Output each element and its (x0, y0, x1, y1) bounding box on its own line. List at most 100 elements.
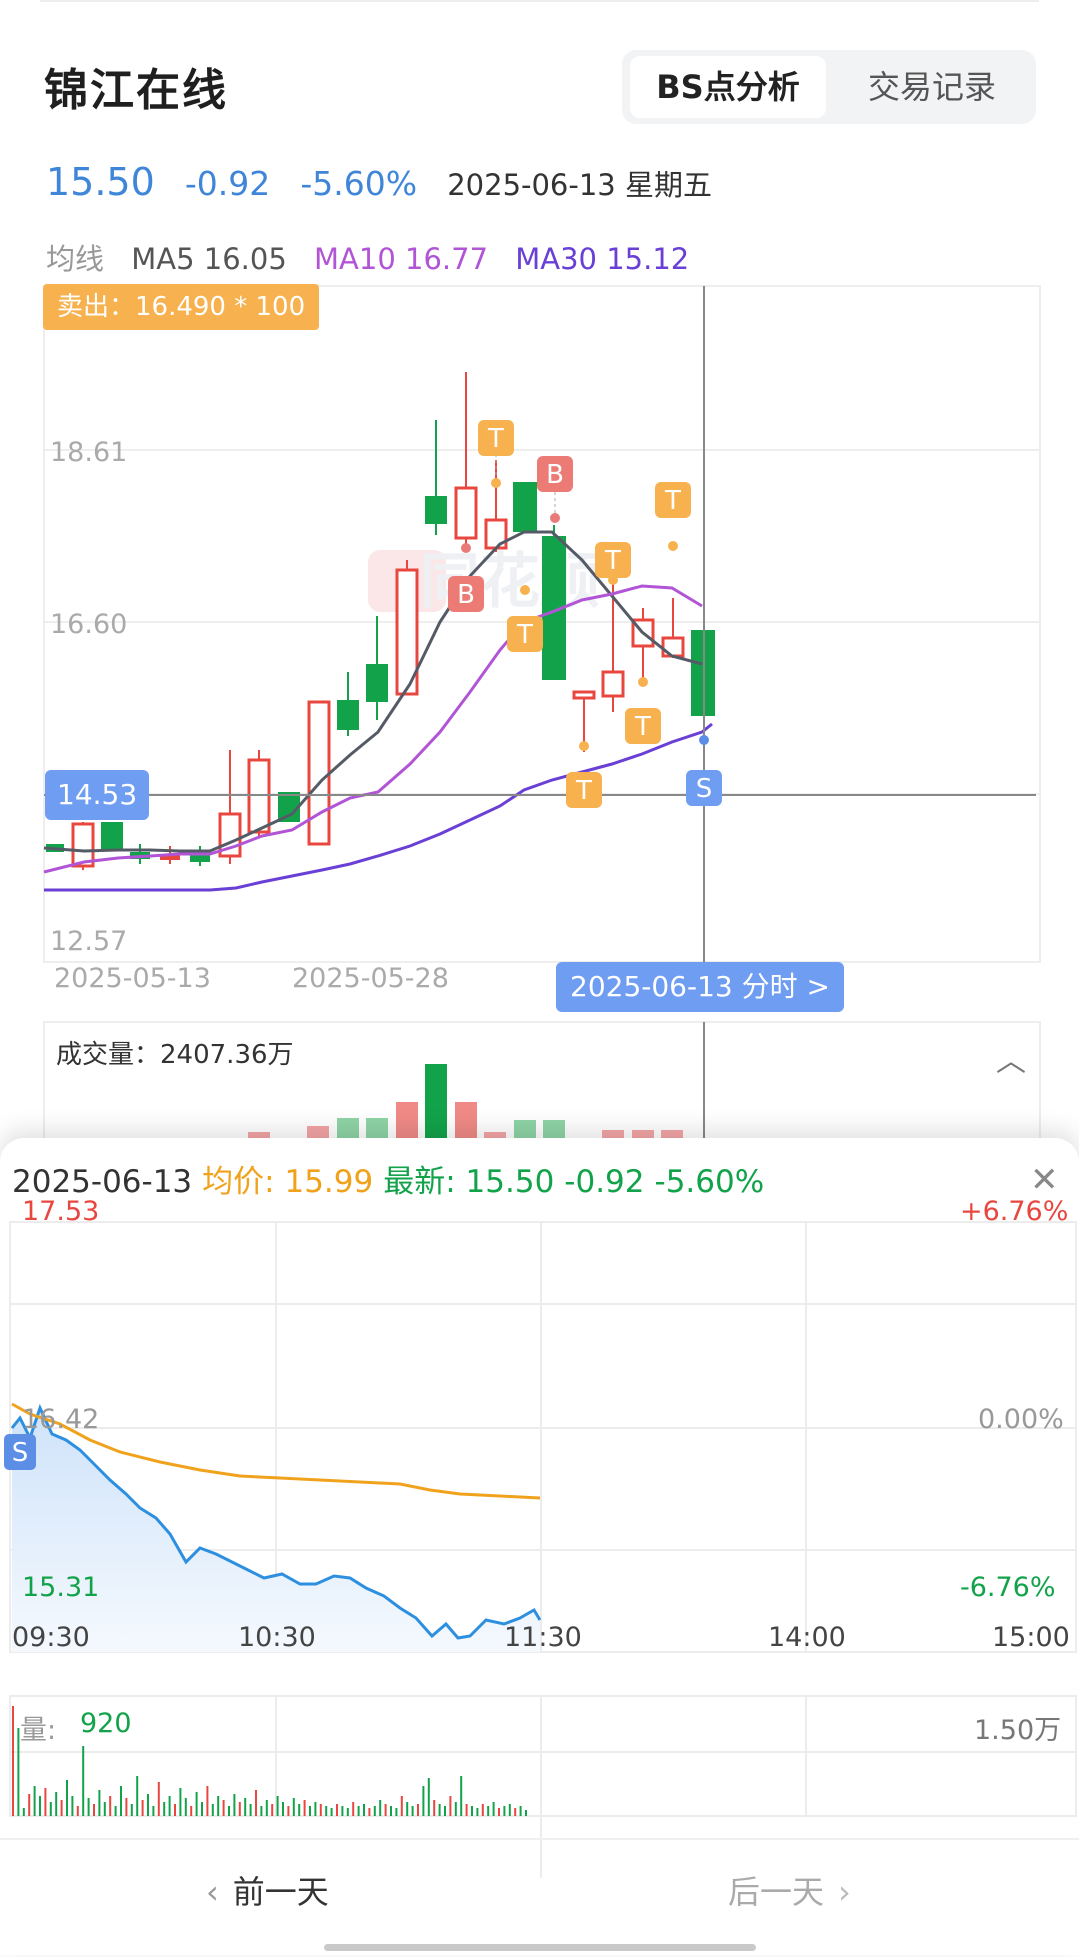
intraday-high: 17.53 (22, 1196, 100, 1227)
time-tick: 11:30 (504, 1622, 582, 1653)
collapse-chevron-icon[interactable]: ︿ (996, 1036, 1026, 1080)
volume-bar (76, 1806, 79, 1816)
y-tick-low: 12.57 (50, 926, 127, 957)
chevron-right-icon: › (838, 1873, 851, 1911)
footer-bar (0, 1838, 1079, 1957)
volume-bar (163, 1802, 166, 1816)
volume-bar (82, 1746, 85, 1816)
volume-bar (168, 1796, 171, 1816)
volume-bar (298, 1804, 301, 1816)
volume-bar (87, 1798, 90, 1816)
time-tick: 09:30 (12, 1622, 90, 1653)
volume-bar (93, 1804, 95, 1816)
sell-tooltip: 卖出：16.490 * 100 (43, 284, 320, 330)
volume-bar (352, 1802, 355, 1816)
volume-bar (411, 1806, 414, 1816)
candle (366, 664, 388, 702)
intraday-low-pct: -6.76% (960, 1572, 1056, 1603)
marker-b: B (546, 460, 564, 490)
price-change: -0.92 (184, 164, 271, 203)
prev-day-button[interactable]: ‹ 前一天 (206, 1867, 329, 1913)
volume-bar (109, 1796, 112, 1816)
kline-chart[interactable]: 18.61 16.60 12.57 2025-05-13 2025-05-28 … (0, 280, 1079, 1140)
volume-bar (276, 1796, 279, 1816)
volume-bar (287, 1806, 290, 1816)
marker-t: T (516, 620, 533, 650)
x-tick-2: 2025-05-28 (292, 963, 449, 994)
volume-bar (519, 1806, 522, 1816)
candle (101, 822, 123, 850)
volume-bar (71, 1796, 74, 1816)
volume-bar (195, 1792, 198, 1816)
volume-bar (406, 1802, 409, 1816)
volume-bar (211, 1804, 214, 1816)
next-day-button[interactable]: 后一天 › (728, 1867, 851, 1913)
volume-bar (395, 1808, 398, 1816)
volume-bar (12, 1706, 14, 1816)
volume-bar (49, 1802, 52, 1816)
volume-bar (217, 1796, 220, 1816)
candle (513, 482, 537, 532)
ma10-line (43, 584, 703, 874)
volume-bar (136, 1776, 139, 1816)
volume-bar (330, 1808, 333, 1816)
chevron-left-icon: ‹ (206, 1873, 219, 1911)
volume-bar (481, 1804, 484, 1816)
tab-trade-records[interactable]: 交易记录 (834, 56, 1030, 118)
volume-bar (498, 1808, 500, 1816)
tab-bs-analysis[interactable]: BS点分析 (630, 56, 826, 118)
marker-s: S (696, 774, 713, 804)
volume-bar (157, 1782, 160, 1816)
volume-bar (341, 1806, 344, 1816)
volume-bar (471, 1806, 473, 1816)
intraday-chart[interactable]: S (0, 1138, 1079, 1955)
candle (661, 636, 685, 658)
time-tick: 15:00 (992, 1622, 1070, 1653)
volume-bar (206, 1786, 209, 1816)
volume-bar (244, 1798, 247, 1816)
volume-bar (492, 1802, 495, 1816)
price-change-pct: -5.60% (300, 164, 418, 203)
tab-bar: BS点分析 交易记录 (622, 50, 1036, 124)
intraday-link-badge[interactable]: 2025-06-13 分时 > (556, 962, 844, 1012)
marker-t: T (604, 546, 621, 576)
x-tick-1: 2025-05-13 (54, 963, 211, 994)
prev-day-label: 前一天 (232, 1873, 329, 1911)
volume-bar (98, 1790, 101, 1816)
volume-bar (255, 1790, 257, 1816)
candle (307, 700, 331, 846)
ma10-value: MA10 16.77 (314, 242, 489, 276)
candle (454, 486, 478, 540)
marker-t: T (487, 424, 504, 454)
volume-bar (103, 1802, 106, 1816)
volume-bar (147, 1794, 149, 1816)
volume-bar (125, 1798, 128, 1816)
ma-label: 均线 (46, 242, 105, 276)
volume-bar (433, 1800, 436, 1816)
volume-bar (336, 1804, 338, 1816)
volume-bar (314, 1802, 317, 1816)
vol-label: 量: (20, 1715, 57, 1746)
volume-bar (465, 1804, 468, 1816)
volume-bar (508, 1804, 511, 1816)
vol-value: 920 (80, 1708, 132, 1739)
quote-date: 2025-06-13 星期五 (447, 168, 712, 202)
volume-bar (319, 1804, 322, 1816)
volume-bar (33, 1786, 36, 1816)
volume-bar (141, 1800, 144, 1816)
volume-bar (228, 1806, 230, 1816)
volume-bar (60, 1800, 63, 1816)
candle (601, 670, 625, 698)
volume-bars (248, 1064, 683, 1140)
candle (337, 700, 359, 730)
volume-bar (422, 1786, 425, 1816)
volume-bar (400, 1796, 403, 1816)
volume-bar (460, 1776, 463, 1816)
volume-bar (190, 1806, 193, 1816)
stock-name: 锦江在线 (44, 65, 228, 116)
volume-bar (265, 1800, 268, 1816)
volume-bar (179, 1788, 182, 1816)
volume-bar (44, 1788, 47, 1816)
volume-bar (39, 1796, 41, 1816)
next-day-label: 后一天 (728, 1873, 825, 1911)
